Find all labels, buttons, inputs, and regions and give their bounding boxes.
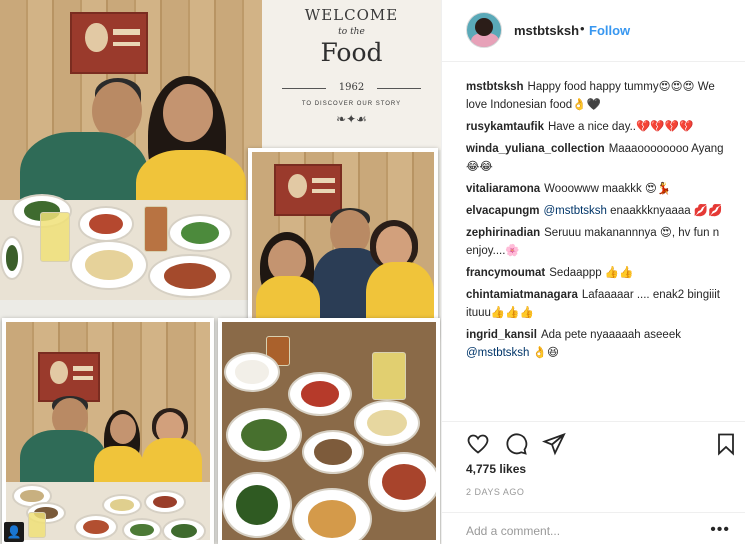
comment-mention[interactable]: @mstbtsksh: [544, 205, 607, 217]
avatar[interactable]: [466, 12, 502, 48]
share-icon[interactable]: [542, 432, 566, 456]
heart-icon[interactable]: [466, 432, 490, 456]
welcome-year: 1962: [338, 82, 365, 93]
action-bar: [442, 421, 745, 461]
comment-item: zephirinadian Seruuu makanannnya 😍, hv fu…: [466, 224, 736, 260]
comment-input[interactable]: [466, 522, 696, 540]
post-header: mstbtsksh • Follow: [442, 0, 745, 62]
comment-item: ingrid_kansil Ada pete nyaaaaah aseeek @m…: [466, 326, 736, 362]
collage-photo-bottom-left: [2, 318, 214, 544]
comment-icon[interactable]: [504, 432, 528, 456]
comment-item: rusykamtaufik Have a nice day..💔💔💔💔: [466, 118, 736, 136]
add-comment-bar: •••: [442, 512, 745, 544]
comment-username[interactable]: vitaliaramona: [466, 183, 540, 195]
comments-list: mstbtsksh Happy food happy tummy😍😍😍 We lo…: [466, 78, 736, 366]
comment-text: Sedaappp 👍👍: [549, 267, 634, 279]
comment-text: Wooowww maakkk 😍💃: [544, 183, 672, 195]
comment-username[interactable]: francymoumat: [466, 267, 545, 279]
comment-item: mstbtsksh Happy food happy tummy😍😍😍 We lo…: [466, 78, 736, 114]
welcome-subtitle: to the: [338, 27, 365, 37]
comment-text: enaakkknyaaaa 💋💋: [610, 205, 723, 217]
likes-count[interactable]: 4,775 likes: [466, 462, 526, 476]
restaurant-wall-sign: [70, 12, 148, 74]
header-username[interactable]: mstbtsksh: [514, 23, 579, 38]
bookmark-icon[interactable]: [714, 432, 738, 456]
follow-button[interactable]: Follow: [589, 23, 630, 38]
comment-username[interactable]: chintamiatmanagara: [466, 289, 578, 301]
header-separator: •: [580, 21, 585, 36]
comment-username[interactable]: elvacapungm: [466, 205, 540, 217]
user-tag-icon[interactable]: 👤: [4, 522, 24, 542]
comment-item: francymoumat Sedaappp 👍👍: [466, 264, 736, 282]
post-image[interactable]: WELCOME to the Food 1962 TO DISCOVER OUR…: [0, 0, 441, 544]
collage-photo-food-spread: [218, 318, 440, 544]
more-options-icon[interactable]: •••: [710, 521, 730, 539]
comment-username[interactable]: zephirinadian: [466, 227, 540, 239]
welcome-tagline: TO DISCOVER OUR STORY: [301, 101, 402, 107]
post-date[interactable]: 2 DAYS AGO: [466, 487, 524, 497]
welcome-sign: WELCOME to the Food 1962 TO DISCOVER OUR…: [262, 0, 441, 150]
comment-text: Have a nice day..💔💔💔💔: [547, 121, 694, 133]
welcome-title: WELCOME: [304, 6, 399, 24]
comment-username[interactable]: ingrid_kansil: [466, 329, 537, 341]
comment-item: elvacapungm @mstbtsksh enaakkknyaaaa 💋💋: [466, 202, 736, 220]
collage-photo-family-portrait: [248, 148, 438, 338]
comment-text-suffix: 👌😆: [532, 347, 559, 359]
comment-username[interactable]: winda_yuliana_collection: [466, 143, 605, 155]
comment-username[interactable]: rusykamtaufik: [466, 121, 544, 133]
comment-mention[interactable]: @mstbtsksh: [466, 347, 529, 359]
post-details-panel: mstbtsksh • Follow mstbtsksh Happy food h…: [441, 0, 745, 544]
welcome-food-title: Food: [320, 38, 383, 67]
comment-item: chintamiatmanagara Lafaaaaar .... enak2 b…: [466, 286, 736, 322]
comment-username[interactable]: mstbtsksh: [466, 81, 524, 93]
comment-item: winda_yuliana_collection Maaaoooooooo Aya…: [466, 140, 736, 176]
collage-photo-top-left: [0, 0, 262, 300]
comment-text: Ada pete nyaaaaah aseeek: [540, 329, 681, 341]
ornament-icon: ❧✦☙: [336, 112, 367, 126]
comment-item: vitaliaramona Wooowww maakkk 😍💃: [466, 180, 736, 198]
